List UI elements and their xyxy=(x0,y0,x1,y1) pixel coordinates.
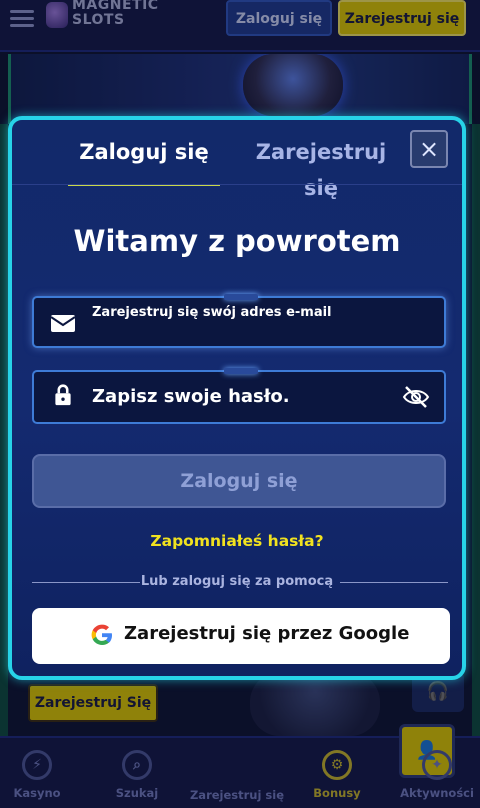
email-field[interactable]: Zarejestruj się swój adres e-mail xyxy=(32,294,446,348)
password-placeholder: Zapisz swoje hasło. xyxy=(92,386,290,407)
eye-off-icon[interactable] xyxy=(402,384,430,410)
email-placeholder: Zarejestruj się swój adres e-mail xyxy=(92,305,332,320)
divider-label: Lub zaloguj się za pomocą xyxy=(140,574,334,589)
field-notch xyxy=(224,294,258,300)
login-modal: Zaloguj się Zarejestruj się × Witamy z p… xyxy=(8,116,466,680)
header-divider xyxy=(12,184,462,185)
lock-icon xyxy=(55,384,71,406)
google-button-label: Zarejestruj się przez Google xyxy=(124,623,410,644)
close-button[interactable]: × xyxy=(410,130,448,168)
forgot-password-link[interactable]: Zapomniałeś hasła? xyxy=(12,532,462,550)
google-icon xyxy=(91,624,112,645)
login-submit-button[interactable]: Zaloguj się xyxy=(32,454,446,508)
close-icon: × xyxy=(418,135,440,163)
modal-heading: Witamy z powrotem xyxy=(73,224,401,258)
tab-register[interactable]: Zarejestruj się xyxy=(236,134,406,200)
tab-login[interactable]: Zaloguj się xyxy=(68,134,220,186)
envelope-icon xyxy=(50,315,76,332)
google-signin-button[interactable]: Zarejestruj się przez Google xyxy=(32,608,450,664)
field-notch xyxy=(224,368,258,374)
password-field[interactable]: Zapisz swoje hasło. xyxy=(32,368,446,424)
